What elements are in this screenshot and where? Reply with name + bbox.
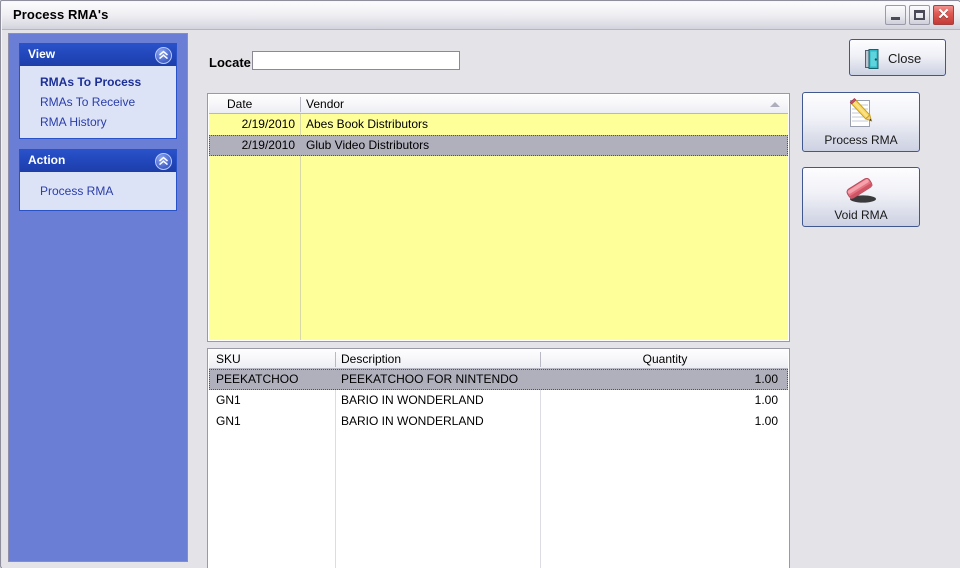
table-row[interactable]: 2/19/2010 Abes Book Distributors — [209, 114, 788, 135]
chevron-double-up-icon[interactable] — [155, 153, 172, 170]
window-frame: Process RMA's ✕ View RMAs To Process RMA… — [0, 0, 960, 568]
eraser-icon — [803, 176, 919, 206]
column-divider[interactable] — [300, 97, 301, 112]
cell-vendor: Abes Book Distributors — [306, 117, 429, 131]
detail-grid-header: SKU Description Quantity — [209, 350, 788, 369]
cell-description: BARIO IN WONDERLAND — [341, 393, 484, 407]
column-header-quantity[interactable]: Quantity — [546, 352, 784, 368]
sidebar-panel-action: Action Process RMA — [19, 149, 177, 211]
cell-date: 2/19/2010 — [241, 138, 295, 152]
panel-header-view[interactable]: View — [19, 43, 177, 66]
window-close-button[interactable]: ✕ — [933, 5, 954, 25]
sidebar: View RMAs To Process RMAs To Receive RMA… — [8, 33, 188, 562]
panel-header-action[interactable]: Action — [19, 149, 177, 172]
close-x-icon: ✕ — [937, 6, 950, 23]
cell-sku: GN1 — [216, 393, 241, 407]
void-rma-button[interactable]: Void RMA — [802, 167, 920, 227]
cell-vendor: Glub Video Distributors — [306, 138, 430, 152]
app-root: Process RMA's ✕ View RMAs To Process RMA… — [0, 0, 960, 568]
window-controls: ✕ — [885, 5, 954, 25]
process-rma-button[interactable]: Process RMA — [802, 92, 920, 152]
minimize-button[interactable] — [885, 5, 906, 25]
void-rma-label: Void RMA — [834, 208, 888, 222]
sidebar-item-rmas-to-process[interactable]: RMAs To Process — [20, 72, 176, 92]
sidebar-item-rmas-to-receive[interactable]: RMAs To Receive — [20, 92, 176, 112]
client-area: View RMAs To Process RMAs To Receive RMA… — [2, 30, 960, 568]
cell-quantity: 1.00 — [754, 414, 778, 428]
minimize-icon — [891, 17, 900, 20]
column-header-description[interactable]: Description — [341, 352, 531, 368]
sidebar-panel-view: View RMAs To Process RMAs To Receive RMA… — [19, 43, 177, 139]
pencil-notepad-icon — [803, 97, 919, 132]
window-title: Process RMA's — [13, 7, 109, 22]
sidebar-item-process-rma[interactable]: Process RMA — [20, 181, 176, 201]
column-divider[interactable] — [335, 352, 336, 367]
cell-date: 2/19/2010 — [241, 117, 295, 131]
detail-grid-body: PEEKATCHOO PEEKATCHOO FOR NINTENDO 1.00 … — [209, 369, 788, 568]
cell-sku: PEEKATCHOO — [216, 372, 299, 386]
cell-description: PEEKATCHOO FOR NINTENDO — [341, 372, 519, 386]
panel-body-view: RMAs To Process RMAs To Receive RMA Hist… — [19, 66, 177, 139]
title-bar: Process RMA's ✕ — [2, 2, 960, 30]
table-row[interactable]: PEEKATCHOO PEEKATCHOO FOR NINTENDO 1.00 — [209, 369, 788, 390]
maximize-icon — [914, 10, 925, 20]
close-button-label: Close — [888, 51, 922, 66]
table-row[interactable]: GN1 BARIO IN WONDERLAND 1.00 — [209, 390, 788, 411]
process-rma-label: Process RMA — [824, 133, 898, 147]
rma-grid-body: 2/19/2010 Abes Book Distributors 2/19/20… — [209, 114, 788, 340]
rma-grid-inner: Date Vendor 2/19/2010 Abes Book Distribu… — [209, 95, 788, 340]
table-row[interactable]: GN1 BARIO IN WONDERLAND 1.00 — [209, 411, 788, 432]
cell-sku: GN1 — [216, 414, 241, 428]
chevron-double-up-icon[interactable] — [155, 47, 172, 64]
panel-title-view: View — [28, 47, 56, 61]
panel-title-action: Action — [28, 153, 66, 167]
locate-input[interactable] — [252, 51, 460, 70]
sort-ascending-icon — [770, 102, 780, 107]
rma-grid[interactable]: Date Vendor 2/19/2010 Abes Book Distribu… — [207, 93, 790, 342]
cell-quantity: 1.00 — [754, 393, 778, 407]
cell-quantity: 1.00 — [754, 372, 778, 386]
column-header-date[interactable]: Date — [227, 97, 295, 113]
maximize-button[interactable] — [909, 5, 930, 25]
panel-body-action: Process RMA — [19, 172, 177, 211]
cell-description: BARIO IN WONDERLAND — [341, 414, 484, 428]
column-divider[interactable] — [540, 352, 541, 367]
main-panel: Locate: Close Process RMA Void RMA Date … — [194, 33, 954, 568]
sidebar-item-rma-history[interactable]: RMA History — [20, 112, 176, 132]
rma-grid-header: Date Vendor — [209, 95, 788, 114]
detail-grid-inner: SKU Description Quantity PEEKATCHOO PEEK… — [209, 350, 788, 568]
close-button[interactable]: Close — [849, 39, 946, 76]
exit-door-icon — [864, 49, 882, 69]
locate-label: Locate: — [209, 55, 256, 70]
detail-grid[interactable]: SKU Description Quantity PEEKATCHOO PEEK… — [207, 348, 790, 568]
column-header-vendor[interactable]: Vendor — [306, 97, 706, 113]
column-header-sku[interactable]: SKU — [216, 352, 326, 368]
table-row[interactable]: 2/19/2010 Glub Video Distributors — [209, 135, 788, 156]
